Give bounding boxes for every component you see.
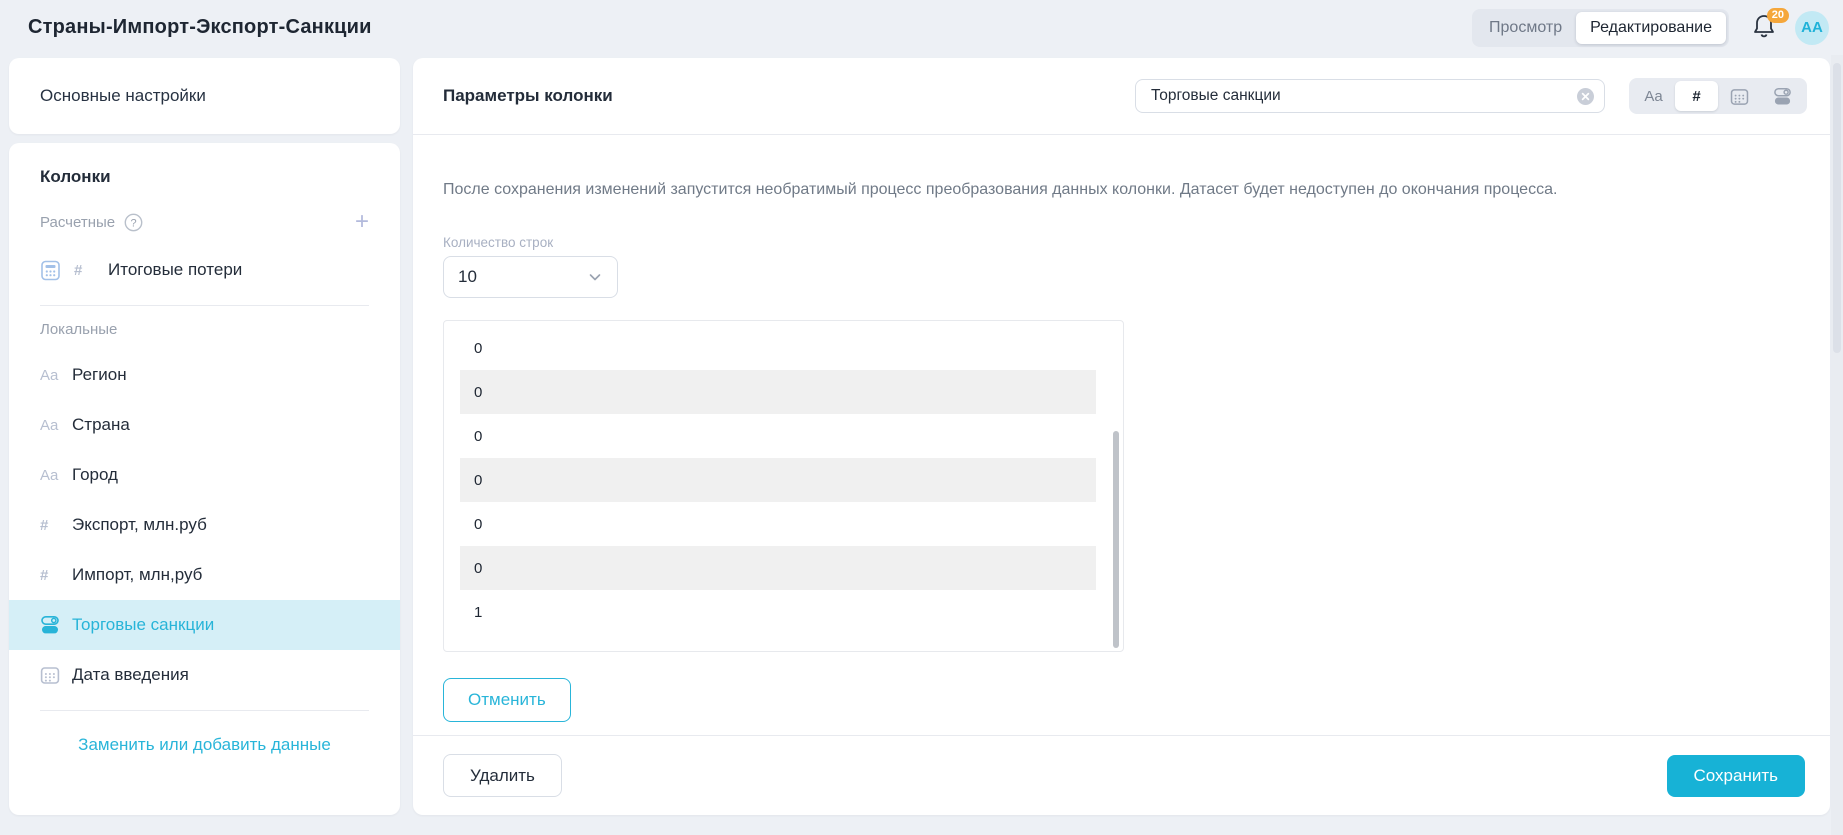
field-name: Экспорт, млн.руб	[72, 515, 207, 535]
data-preview-table: 0 0 0 0 0 0 1	[443, 320, 1124, 652]
panel-title: Параметры колонки	[443, 86, 613, 106]
sidebar-item-calculated-0[interactable]: # Итоговые потери	[9, 245, 400, 295]
boolean-type-icon	[40, 615, 72, 635]
column-name-input[interactable]	[1135, 79, 1605, 113]
sidebar-item-date[interactable]: Дата введения	[9, 650, 400, 700]
table-row: 0	[460, 414, 1096, 458]
field-name: Дата введения	[72, 665, 189, 685]
column-type-switch: Aa #	[1629, 78, 1807, 114]
calculator-icon	[40, 260, 74, 281]
type-boolean-button[interactable]	[1761, 81, 1804, 111]
string-type-icon: Aa	[40, 367, 72, 384]
table-row: 0	[460, 458, 1096, 502]
sidebar-item-import[interactable]: # Импорт, млн,руб	[9, 550, 400, 600]
sidebar-item-general-settings[interactable]: Основные настройки	[9, 58, 400, 134]
field-name: Торговые санкции	[72, 615, 214, 635]
page-title: Страны-Импорт-Экспорт-Санкции	[28, 16, 372, 39]
page-scrollbar[interactable]	[1831, 55, 1843, 835]
sidebar-item-export[interactable]: # Экспорт, млн.руб	[9, 500, 400, 550]
add-column-button[interactable]: +	[355, 212, 369, 232]
field-name: Импорт, млн,руб	[72, 565, 202, 585]
panel-header: Параметры колонки Aa #	[413, 58, 1830, 135]
irreversible-process-warning: После сохранения изменений запустится не…	[443, 181, 1800, 199]
sidebar-divider	[40, 305, 369, 306]
sidebar-divider	[40, 710, 369, 711]
delete-button[interactable]: Удалить	[443, 754, 562, 797]
svg-text:?: ?	[131, 217, 137, 229]
page-scrollbar-thumb[interactable]	[1833, 63, 1841, 353]
mode-view-button[interactable]: Просмотр	[1475, 12, 1576, 44]
table-row: 0	[460, 370, 1096, 414]
type-date-button[interactable]	[1718, 81, 1761, 111]
field-name: Регион	[72, 365, 127, 385]
cancel-button[interactable]: Отменить	[443, 678, 571, 722]
type-number-button[interactable]: #	[1675, 81, 1718, 111]
replace-data-link[interactable]: Заменить или добавить данные	[9, 735, 400, 755]
sidebar-item-country[interactable]: Aa Страна	[9, 400, 400, 450]
sidebar: Основные настройки Колонки Расчетные ? +	[9, 58, 400, 815]
clear-input-icon[interactable]	[1576, 87, 1595, 106]
column-params-panel: Параметры колонки Aa #	[413, 58, 1830, 815]
local-group-label: Локальные	[40, 321, 117, 338]
field-name: Город	[72, 465, 118, 485]
table-scrollbar[interactable]	[1113, 431, 1119, 648]
notifications-button[interactable]: 20	[1751, 12, 1781, 44]
calculated-group-header: Расчетные ? +	[9, 209, 400, 235]
avatar[interactable]: AA	[1795, 11, 1829, 45]
mode-switch: Просмотр Редактирование	[1472, 9, 1729, 47]
boolean-type-icon	[1773, 87, 1792, 106]
local-group-header: Локальные	[9, 316, 400, 342]
number-type-icon: #	[40, 517, 72, 534]
rows-count-value: 10	[458, 267, 477, 287]
top-header: Страны-Импорт-Экспорт-Санкции Просмотр Р…	[0, 0, 1843, 55]
string-type-icon: Aa	[40, 467, 72, 484]
table-row: 1	[460, 590, 1096, 634]
field-name: Страна	[72, 415, 130, 435]
field-name: Итоговые потери	[108, 260, 242, 280]
calendar-icon	[1730, 87, 1749, 106]
save-button[interactable]: Сохранить	[1667, 755, 1805, 797]
help-icon[interactable]: ?	[124, 213, 143, 232]
table-row: 0	[460, 546, 1096, 590]
table-row: 0	[460, 502, 1096, 546]
type-string-button[interactable]: Aa	[1632, 81, 1675, 111]
calculated-group-label: Расчетные	[40, 214, 115, 231]
string-type-icon: Aa	[40, 417, 72, 434]
rows-count-label: Количество строк	[443, 235, 1800, 250]
notifications-badge: 20	[1767, 8, 1789, 23]
columns-panel-title: Колонки	[9, 167, 400, 187]
number-type-icon: #	[40, 567, 72, 584]
number-type-icon: #	[74, 262, 108, 279]
sidebar-item-trade-sanctions[interactable]: Торговые санкции	[9, 600, 400, 650]
sidebar-item-region[interactable]: Aa Регион	[9, 350, 400, 400]
table-row: 0	[460, 326, 1096, 370]
calendar-icon	[40, 665, 72, 685]
mode-edit-button[interactable]: Редактирование	[1576, 12, 1726, 44]
sidebar-item-city[interactable]: Aa Город	[9, 450, 400, 500]
panel-footer: Удалить Сохранить	[413, 735, 1830, 815]
columns-panel: Колонки Расчетные ? +	[9, 143, 400, 815]
chevron-down-icon	[587, 269, 603, 285]
rows-count-select[interactable]: 10	[443, 256, 618, 298]
